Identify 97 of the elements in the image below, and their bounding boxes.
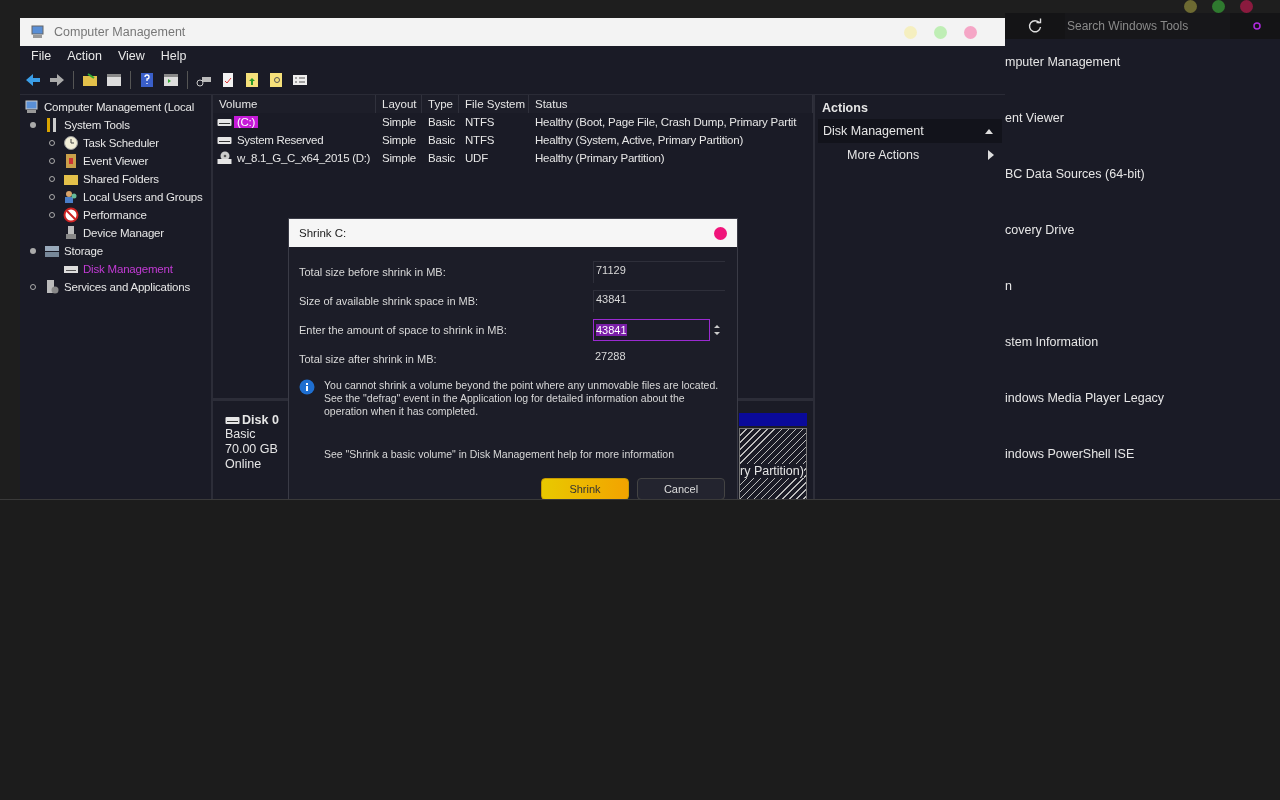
- drive-icon: [217, 135, 232, 145]
- drive-name[interactable]: (C:): [234, 116, 258, 128]
- checklist-icon: [220, 72, 236, 88]
- table-cell-text: NTFS: [464, 115, 496, 130]
- info-message: You cannot shrink a volume beyond the point where any unmovable files are located. See the "defrag" event in the Application log for detailed information about the operation when it has completed.: [324, 379, 720, 418]
- tree-item[interactable]: Performance: [83, 209, 147, 221]
- expand-bullet[interactable]: [30, 248, 36, 254]
- folder-search-icon: [268, 72, 284, 88]
- device-icon: [63, 225, 79, 241]
- tree-item[interactable]: Storage: [64, 245, 103, 257]
- back-arrow-icon: [25, 72, 41, 88]
- table-cell-text: Healthy (System, Active, Primary Partition): [534, 133, 745, 148]
- submenu-caret-icon: [988, 150, 994, 160]
- panel-icon: [106, 72, 122, 88]
- computer-icon: [24, 99, 40, 115]
- disk-info: Online: [225, 457, 263, 472]
- disk-name: Disk 0: [242, 413, 279, 427]
- storage-icon: [44, 243, 60, 259]
- table-cell-text: Basic: [427, 115, 457, 130]
- close-button[interactable]: [714, 226, 727, 240]
- tree-item[interactable]: Shared Folders: [83, 173, 159, 185]
- collapse-caret-icon: [984, 127, 994, 135]
- drive-name[interactable]: System Reserved: [234, 134, 327, 146]
- tree-item[interactable]: Computer Management (Local: [44, 101, 195, 113]
- drive-name[interactable]: w_8.1_G_C_x64_2015 (D:): [234, 152, 374, 164]
- action-item[interactable]: More Actions: [818, 143, 1002, 167]
- minimize-button[interactable]: [1184, 0, 1197, 13]
- table-cell-text: Simple: [381, 133, 417, 148]
- drive-icon: [217, 117, 232, 127]
- table-cell-text: UDF: [464, 151, 490, 166]
- table-cell-text: NTFS: [464, 133, 496, 148]
- partition-label: ry Partition): [740, 464, 804, 478]
- computer-icon: [30, 24, 46, 40]
- panel-icon: [163, 72, 179, 88]
- menu-item[interactable]: Action: [67, 49, 102, 63]
- help-text: See "Shrink a basic volume" in Disk Management help for more information: [324, 448, 676, 460]
- drive-icon: [225, 415, 240, 425]
- folder-icon: [82, 72, 98, 88]
- tool-item[interactable]: mputer Management: [1005, 55, 1280, 111]
- menu-item[interactable]: File: [31, 49, 52, 63]
- services-icon: [44, 279, 60, 295]
- users-icon: [63, 189, 79, 205]
- partition-bar: [739, 413, 807, 426]
- menu-item[interactable]: View: [117, 49, 145, 63]
- search-field[interactable]: Search Windows Tools: [1065, 13, 1230, 39]
- tool-item[interactable]: covery Drive: [1005, 223, 1280, 279]
- table-cell-text: Simple: [381, 151, 417, 166]
- table-cell-text: Simple: [381, 115, 417, 130]
- log-book-icon: [63, 153, 79, 169]
- shrink-button[interactable]: Shrink: [541, 478, 629, 499]
- forward-arrow-icon: [49, 72, 65, 88]
- refresh-icon: [1027, 18, 1043, 34]
- tool-item[interactable]: n: [1005, 279, 1280, 335]
- input-field[interactable]: 43841: [593, 318, 710, 341]
- tree-item[interactable]: Device Manager: [83, 227, 164, 239]
- field-value: 27288: [594, 348, 627, 364]
- tool-item[interactable]: stem Information: [1005, 335, 1280, 391]
- tree-item[interactable]: Task Scheduler: [83, 137, 159, 149]
- disk-info: Basic: [225, 427, 257, 442]
- tool-item[interactable]: indows PowerShell ISE: [1005, 447, 1280, 499]
- no-sign-icon: [63, 207, 79, 223]
- tree-item[interactable]: Disk Management: [83, 263, 173, 275]
- field-label: Enter the amount of space to shrink in MB:: [299, 323, 508, 336]
- menu-item[interactable]: Help: [160, 49, 187, 63]
- field-label: Total size before shrink in MB:: [299, 265, 447, 278]
- actions-section[interactable]: Disk Management: [818, 119, 1002, 143]
- clock-icon: [63, 135, 79, 151]
- info-icon: [299, 379, 315, 395]
- disk-info: 70.00 GB: [225, 442, 279, 457]
- ring-icon: [1252, 21, 1262, 31]
- optical-drive-icon: [217, 151, 232, 165]
- tool-item[interactable]: BC Data Sources (64-bit): [1005, 167, 1280, 223]
- table-cell-text: Healthy (Boot, Page File, Crash Dump, Primary Partit: [534, 115, 798, 130]
- actions-heading: Actions: [821, 100, 869, 117]
- tree-item[interactable]: Local Users and Groups: [83, 191, 203, 203]
- field-label: Total size after shrink in MB:: [299, 352, 438, 365]
- folder-up-icon: [244, 72, 260, 88]
- table-cell-text: Basic: [427, 133, 457, 148]
- dialog-title: Shrink C:: [299, 227, 347, 239]
- field-value: 71129: [593, 260, 725, 283]
- tree-item[interactable]: Event Viewer: [83, 155, 149, 167]
- tree-item[interactable]: Services and Applications: [64, 281, 191, 293]
- table-cell-text: Healthy (Primary Partition): [534, 151, 666, 166]
- help-icon: [139, 72, 155, 88]
- window-title: Computer Management: [54, 25, 187, 39]
- cancel-button[interactable]: Cancel: [637, 478, 725, 499]
- expand-bullet[interactable]: [30, 122, 36, 128]
- list-icon: [292, 72, 308, 88]
- tree-item[interactable]: System Tools: [64, 119, 130, 131]
- section-label: Disk Management: [823, 124, 924, 138]
- partition-block[interactable]: ry Partition): [739, 428, 807, 499]
- field-value: 43841: [593, 289, 725, 312]
- tool-item[interactable]: ent Viewer: [1005, 111, 1280, 167]
- tool-item[interactable]: indows Media Player Legacy: [1005, 391, 1280, 447]
- maximize-button[interactable]: [1212, 0, 1225, 13]
- table-cell-text: Basic: [427, 151, 457, 166]
- field-label: Size of available shrink space in MB:: [299, 294, 480, 307]
